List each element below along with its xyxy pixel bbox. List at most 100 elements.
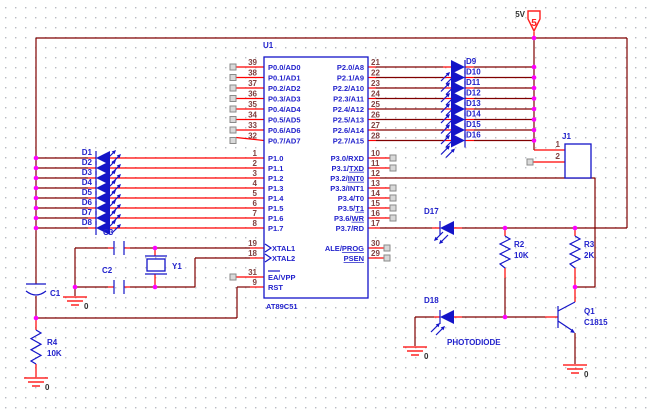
pin-num-31: 31 xyxy=(248,268,257,277)
capacitor-c2-label: C2 xyxy=(102,266,113,275)
pin-num-26: 26 xyxy=(371,111,380,120)
led-d3-label: D3 xyxy=(82,168,93,177)
resistor-r4-ref: R4 xyxy=(47,338,58,347)
pin-name-p1-3: P1.3 xyxy=(268,184,283,193)
pin-num-j1-1: 1 xyxy=(556,140,561,149)
pin-name-p1-5: P1.5 xyxy=(268,204,283,213)
schematic-canvas: U1 AT89C51 P0.0/AD0 P0.1/AD1 P0.2/AD2 P0… xyxy=(0,0,654,413)
led-d5-label: D5 xyxy=(82,188,93,197)
pin-name-ea: EA/VPP xyxy=(268,273,296,282)
resistor-r4-value: 10K xyxy=(47,349,62,358)
pin-name-p1-1: P1.1 xyxy=(268,164,283,173)
pin-name-p3-7: P3.7/RD xyxy=(336,224,365,233)
led-d8-label: D8 xyxy=(82,218,93,227)
pin-name-p3-3: P3.3/INT1 xyxy=(330,184,364,193)
led-d12-label: D12 xyxy=(466,89,481,98)
pin-num-17: 17 xyxy=(371,219,380,228)
pin-num-6: 6 xyxy=(253,199,258,208)
pin-num-10: 10 xyxy=(371,149,380,158)
crystal-y1-label: Y1 xyxy=(172,262,182,271)
schematic-svg: U1 AT89C51 P0.0/AD0 P0.1/AD1 P0.2/AD2 P0… xyxy=(0,0,654,413)
pin-num-21: 21 xyxy=(371,58,380,67)
ground-r4-label: 0 xyxy=(45,383,50,392)
pin-name-p1-6: P1.6 xyxy=(268,214,283,223)
pin-num-3: 3 xyxy=(253,169,258,178)
pin-num-24: 24 xyxy=(371,90,380,99)
led-d18-label: D18 xyxy=(424,296,439,305)
pin-num-32: 32 xyxy=(248,132,257,141)
ground-q1-label: 0 xyxy=(584,370,589,379)
pin-num-j1-2: 2 xyxy=(556,152,561,161)
pin-name-p2-7: P2.7/A15 xyxy=(333,136,364,145)
pin-num-1: 1 xyxy=(253,149,258,158)
pin-name-p2-0: P2.0/A8 xyxy=(337,63,364,72)
pin-num-19: 19 xyxy=(248,239,257,248)
pin-name-p0-0: P0.0/AD0 xyxy=(268,63,301,72)
connector-j1-label: J1 xyxy=(562,132,571,141)
chip-u1[interactable]: U1 AT89C51 P0.0/AD0 P0.1/AD1 P0.2/AD2 P0… xyxy=(263,41,369,311)
pin-name-p0-4: P0.4/AD4 xyxy=(268,105,301,114)
pin-name-p0-5: P0.5/AD5 xyxy=(268,115,301,124)
pin-name-p0-1: P0.1/AD1 xyxy=(268,73,301,82)
led-d11-label: D11 xyxy=(466,78,481,87)
pin-name-p2-3: P2.3/A11 xyxy=(333,94,364,103)
pin-name-p1-4: P1.4 xyxy=(268,194,284,203)
ground-c2c3-label: 0 xyxy=(84,302,89,311)
pin-name-p1-0: P1.0 xyxy=(268,154,283,163)
led-d9-label: D9 xyxy=(466,57,477,66)
pin-name-psen: PSEN xyxy=(344,254,364,263)
pin-name-p0-2: P0.2/AD2 xyxy=(268,84,301,93)
pin-num-22: 22 xyxy=(371,69,380,78)
pin-num-36: 36 xyxy=(248,90,257,99)
led-d16-label: D16 xyxy=(466,131,481,140)
pin-name-p3-5: P3.5/T1 xyxy=(338,204,364,213)
pin-num-27: 27 xyxy=(371,121,380,130)
pin-name-p2-6: P2.6/A14 xyxy=(333,126,365,135)
pin-name-p3-0: P3.0/RXD xyxy=(331,154,365,163)
pin-name-p3-4: P3.4/T0 xyxy=(338,194,364,203)
photodiode-label: PHOTODIODE xyxy=(447,338,501,347)
pin-name-xtal1: XTAL1 xyxy=(272,244,295,253)
pin-name-p2-1: P2.1/A9 xyxy=(337,73,364,82)
resistor-r2-value: 10K xyxy=(514,251,529,260)
pin-name-p2-5: P2.5/A13 xyxy=(333,115,364,124)
ground-d18-label: 0 xyxy=(424,352,429,361)
pin-name-p2-4: P2.4/A12 xyxy=(333,105,364,114)
pin-name-p0-7: P0.7/AD7 xyxy=(268,136,301,145)
pin-num-38: 38 xyxy=(248,69,257,78)
pin-num-12: 12 xyxy=(371,169,380,178)
pin-name-p0-3: P0.3/AD3 xyxy=(268,94,301,103)
pin-num-7: 7 xyxy=(253,209,258,218)
led-d17-label: D17 xyxy=(424,207,439,216)
pin-name-p1-7: P1.7 xyxy=(268,224,283,233)
led-d7-label: D7 xyxy=(82,208,93,217)
pin-name-rst: RST xyxy=(268,283,283,292)
pin-name-ale: ALE/PROG xyxy=(325,244,364,253)
pin-num-2: 2 xyxy=(253,159,258,168)
pin-num-11: 11 xyxy=(371,159,380,168)
pin-num-39: 39 xyxy=(248,58,257,67)
pin-num-5: 5 xyxy=(253,189,258,198)
pin-name-p3-2: P3.2/INT0 xyxy=(330,174,364,183)
pin-num-28: 28 xyxy=(371,132,380,141)
pin-num-25: 25 xyxy=(371,100,380,109)
led-d13-label: D13 xyxy=(466,99,481,108)
resistor-r2-ref: R2 xyxy=(514,240,525,249)
pin-name-p1-2: P1.2 xyxy=(268,174,283,183)
pin-num-23: 23 xyxy=(371,79,380,88)
resistor-r3-value: 2K xyxy=(584,251,594,260)
pin-num-29: 29 xyxy=(371,249,380,258)
power-5v-flag-text: 5 xyxy=(531,18,537,29)
pin-num-34: 34 xyxy=(248,111,257,120)
pin-name-p2-2: P2.2/A10 xyxy=(333,84,364,93)
transistor-q1-part: C1815 xyxy=(584,318,608,327)
pin-num-15: 15 xyxy=(371,199,380,208)
pin-num-4: 4 xyxy=(253,179,258,188)
chip-part-label: AT89C51 xyxy=(266,302,298,311)
power-5v-label: 5V xyxy=(515,10,525,19)
pin-num-9: 9 xyxy=(253,278,258,287)
pin-name-p3-1: P3.1/TXD xyxy=(331,164,364,173)
pin-num-35: 35 xyxy=(248,100,257,109)
pin-num-18: 18 xyxy=(248,249,257,258)
pin-num-13: 13 xyxy=(371,179,380,188)
